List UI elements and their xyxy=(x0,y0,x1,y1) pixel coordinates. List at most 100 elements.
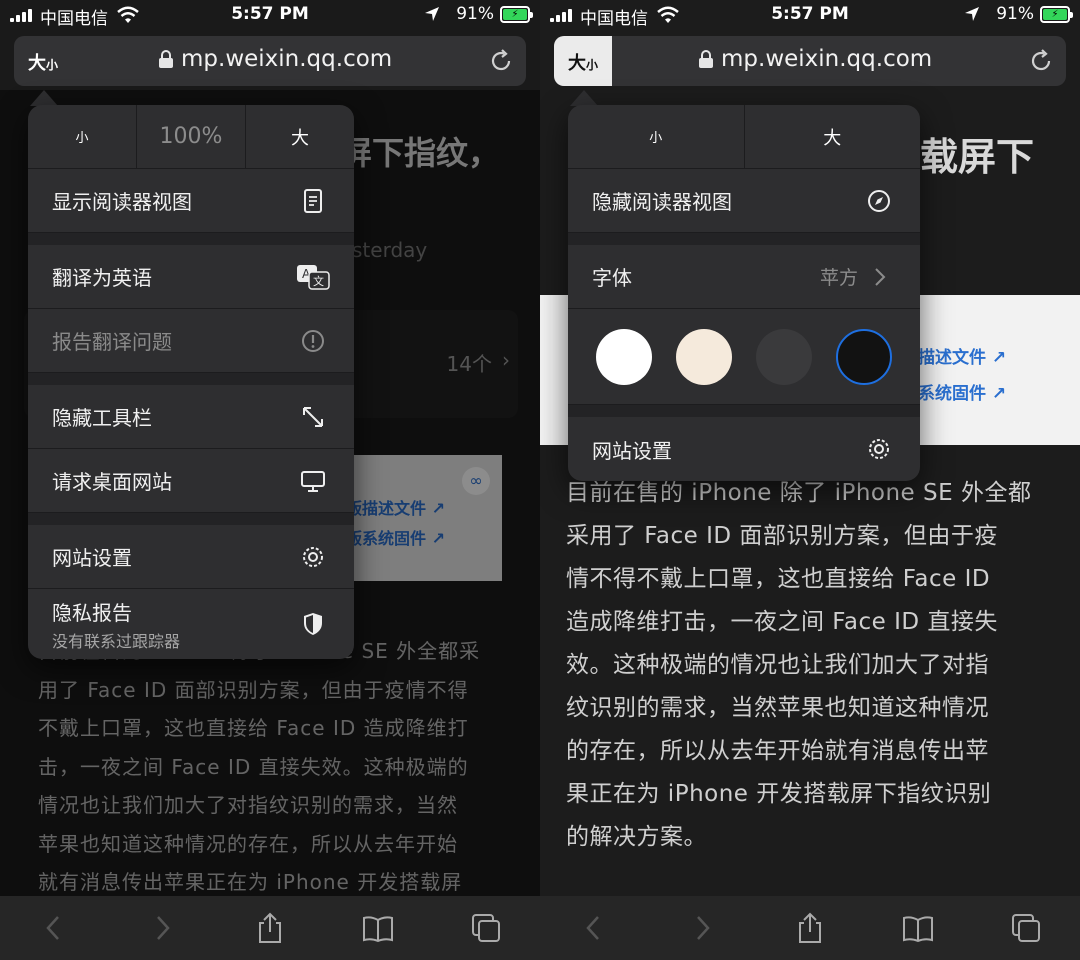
show-reader-item[interactable]: 显示阅读器视图 xyxy=(28,169,354,233)
request-desktop-item[interactable]: 请求桌面网站 xyxy=(28,449,354,513)
url-text: mp.weixin.qq.com xyxy=(721,46,933,72)
hide-reader-label: 隐藏阅读器视图 xyxy=(592,190,732,214)
banner-link-1: 描述文件 ↗ xyxy=(918,348,1007,368)
text-size-small-glyph: 小 xyxy=(585,58,598,72)
zoom-out-button[interactable]: 小 xyxy=(568,105,744,168)
exclamation-circle-icon xyxy=(302,329,324,352)
svg-text:文: 文 xyxy=(313,274,324,288)
reader-icon xyxy=(304,188,322,213)
zoom-in-button[interactable]: 大 xyxy=(743,105,921,168)
url-field[interactable]: mp.weixin.qq.com xyxy=(159,46,392,72)
lock-icon xyxy=(699,50,713,68)
theme-black-swatch[interactable] xyxy=(836,328,892,385)
battery-percent: 91% xyxy=(456,4,494,24)
zoom-out-button[interactable]: 小 xyxy=(28,105,136,168)
forward-icon[interactable] xyxy=(145,911,179,945)
website-settings-label: 网站设置 xyxy=(52,546,132,570)
popover-arrow xyxy=(570,90,598,106)
location-arrow-icon xyxy=(965,7,979,21)
paragraph-line: 纹识别的需求，当然苹果也知道这种情况 xyxy=(566,695,989,721)
text-size-button[interactable]: 大小 xyxy=(14,36,72,86)
zoom-level[interactable]: 100% xyxy=(136,105,245,168)
font-label: 字体 xyxy=(592,266,632,290)
menu-separator xyxy=(28,373,354,385)
shield-icon xyxy=(304,613,322,635)
url-text: mp.weixin.qq.com xyxy=(181,46,393,72)
compass-icon xyxy=(868,189,890,212)
translate-label: 翻译为英语 xyxy=(52,266,152,290)
website-settings-item[interactable]: 网站设置 xyxy=(28,525,354,589)
paragraph-line: 的解决方案。 xyxy=(566,824,707,850)
bottom-toolbar xyxy=(0,896,540,960)
show-reader-label: 显示阅读器视图 xyxy=(52,190,192,214)
website-settings-item[interactable]: 网站设置 xyxy=(568,417,920,481)
bookmarks-icon[interactable] xyxy=(361,911,395,945)
font-value: 苹方 xyxy=(819,267,858,289)
text-size-small-glyph: 小 xyxy=(45,58,58,72)
website-settings-label: 网站设置 xyxy=(592,438,672,463)
desktop-icon xyxy=(301,470,325,492)
reader-menu: 小 大 隐藏阅读器视图 字体 苹方 网站设置 xyxy=(568,105,920,481)
share-icon[interactable] xyxy=(793,911,827,945)
zoom-controls: 小 大 xyxy=(568,105,920,169)
reader-paragraph: 目前在售的 iPhone 除了 iPhone SE 外全都 采用了 Face I… xyxy=(566,472,1066,859)
url-field[interactable]: mp.weixin.qq.com xyxy=(699,46,932,72)
privacy-report-label: 隐私报告 xyxy=(52,600,132,625)
privacy-report-item[interactable]: 隐私报告 没有联系过跟踪器 xyxy=(28,589,354,659)
tabs-icon[interactable] xyxy=(469,911,503,945)
report-translation-label: 报告翻译问题 xyxy=(52,330,172,354)
article-title: 载屏下 xyxy=(920,135,1035,179)
translate-item[interactable]: 翻译为英语 A文 xyxy=(28,245,354,309)
zoom-controls: 小 100% 大 xyxy=(28,105,354,169)
menu-separator xyxy=(568,233,920,245)
settings-gear-icon xyxy=(869,439,889,459)
tabs-icon[interactable] xyxy=(1009,911,1043,945)
zoom-in-button[interactable]: 大 xyxy=(245,105,354,168)
theme-gray-swatch[interactable] xyxy=(756,328,812,385)
status-bar: 中国电信 5:57 PM 91% ⚡ xyxy=(540,0,1080,32)
popover-arrow xyxy=(30,90,58,106)
address-bar[interactable]: 大小 mp.weixin.qq.com xyxy=(554,36,1066,86)
left-screen: 中国电信 5:57 PM 91% ⚡ 大小 mp.weixin.qq.com 屏… xyxy=(0,0,540,960)
text-size-big-glyph: 大 xyxy=(27,53,46,74)
privacy-report-subtitle: 没有联系过跟踪器 xyxy=(52,631,181,651)
theme-sepia-swatch[interactable] xyxy=(676,328,732,385)
battery-icon: ⚡ xyxy=(500,6,533,23)
banner-link-2: 系统固件 ↗ xyxy=(918,384,1007,404)
menu-separator xyxy=(28,513,354,525)
paragraph-line: 造成降维打击，一夜之间 Face ID 直接失 xyxy=(566,609,998,635)
theme-swatches xyxy=(568,309,920,405)
menu-separator xyxy=(28,233,354,245)
hide-toolbar-item[interactable]: 隐藏工具栏 xyxy=(28,385,354,449)
forward-icon[interactable] xyxy=(685,911,719,945)
text-size-big-glyph: 大 xyxy=(567,53,586,74)
hide-reader-item[interactable]: 隐藏阅读器视图 xyxy=(568,169,920,233)
paragraph-line: 情不得不戴上口罩，这也直接给 Face ID xyxy=(566,566,991,592)
address-bar[interactable]: 大小 mp.weixin.qq.com xyxy=(14,36,526,86)
page-menu: 小 100% 大 显示阅读器视图 翻译为英语 A文 报告翻译问题 隐藏工具栏 请… xyxy=(28,105,354,659)
reload-icon[interactable] xyxy=(1028,48,1054,74)
battery-percent: 91% xyxy=(996,4,1034,24)
report-translation-item[interactable]: 报告翻译问题 xyxy=(28,309,354,373)
back-icon[interactable] xyxy=(577,911,611,945)
reload-icon[interactable] xyxy=(488,48,514,74)
paragraph-line: 果正在为 iPhone 开发搭载屏下指纹识别 xyxy=(566,781,992,807)
status-bar: 中国电信 5:57 PM 91% ⚡ xyxy=(0,0,540,32)
lock-icon xyxy=(159,50,173,68)
right-screen: 中国电信 5:57 PM 91% ⚡ 大小 mp.weixin.qq.com 载… xyxy=(540,0,1080,960)
share-icon[interactable] xyxy=(253,911,287,945)
request-desktop-label: 请求桌面网站 xyxy=(52,470,172,494)
text-size-button[interactable]: 大小 xyxy=(554,36,612,86)
expand-arrows-icon xyxy=(303,406,323,427)
bookmarks-icon[interactable] xyxy=(901,911,935,945)
chevron-right-icon xyxy=(875,267,886,286)
font-item[interactable]: 字体 苹方 xyxy=(568,245,920,309)
hide-toolbar-label: 隐藏工具栏 xyxy=(52,406,152,430)
bottom-toolbar xyxy=(540,896,1080,960)
translate-icon: A文 xyxy=(297,264,330,290)
paragraph-line: 效。这种极端的情况也让我们加大了对指 xyxy=(566,652,989,678)
paragraph-line: 的存在，所以从去年开始就有消息传出苹 xyxy=(566,738,989,764)
back-icon[interactable] xyxy=(37,911,71,945)
theme-white-swatch[interactable] xyxy=(596,328,652,385)
settings-gear-icon xyxy=(303,546,323,567)
